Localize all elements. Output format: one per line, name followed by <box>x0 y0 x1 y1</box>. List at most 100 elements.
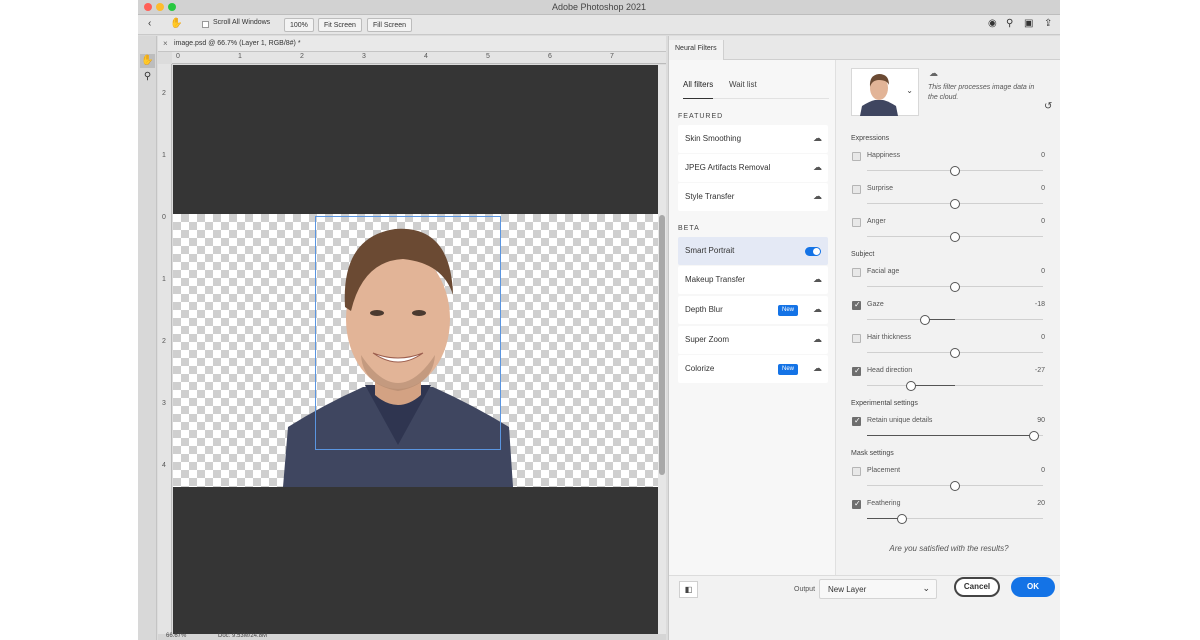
slider-knob[interactable] <box>950 481 960 491</box>
slider-knob[interactable] <box>1029 431 1040 441</box>
slider-checkbox[interactable] <box>852 185 861 194</box>
slider-knob[interactable] <box>950 166 960 176</box>
slider-checkbox[interactable] <box>852 467 861 476</box>
slider-row: Gaze -18 <box>851 299 1047 327</box>
slider-checkbox[interactable] <box>852 300 861 310</box>
slider-knob[interactable] <box>906 381 916 391</box>
zoom-tool-icon[interactable]: ⚲ <box>140 70 155 84</box>
slider-checkbox[interactable] <box>852 268 861 277</box>
filter-colorize[interactable]: Colorize New ☁ <box>678 355 828 383</box>
fill-screen-button[interactable]: Fill Screen <box>367 18 413 32</box>
slider-label: Retain unique details <box>867 417 933 424</box>
hand-tool-icon[interactable]: ✋ <box>170 18 182 29</box>
slider-track[interactable] <box>867 319 1043 320</box>
slider-row: Placement 0 <box>851 465 1047 493</box>
status-bar: 66.67% Doc: 9.53M/24.8M <box>158 633 666 640</box>
cloud-download-icon[interactable]: ☁ <box>813 162 822 173</box>
share-icon[interactable]: ⇪ <box>1044 18 1052 29</box>
slider-checkbox[interactable] <box>852 334 861 343</box>
back-chevron-icon[interactable]: ‹ <box>148 18 151 29</box>
cloud-icon: ☁ <box>929 68 938 78</box>
new-badge: New <box>777 305 798 316</box>
cloud-download-icon[interactable]: ☁ <box>813 334 822 345</box>
cancel-button[interactable]: Cancel <box>954 577 1000 597</box>
zoom-100-button[interactable]: 100% <box>284 18 314 32</box>
document-canvas[interactable] <box>173 65 658 635</box>
slider-track[interactable] <box>867 385 1043 386</box>
slider-knob[interactable] <box>920 315 931 325</box>
slider-label: Feathering <box>867 500 901 507</box>
filter-smart-portrait[interactable]: Smart Portrait <box>678 237 828 265</box>
output-label: Output <box>794 586 816 593</box>
cloud-download-icon[interactable]: ☁ <box>813 133 822 144</box>
featured-heading: FEATURED <box>678 113 724 120</box>
filter-skin-smoothing[interactable]: Skin Smoothing ☁ <box>678 125 828 153</box>
ruler-label: 5 <box>486 53 490 60</box>
slider-value: -18 <box>1034 301 1045 308</box>
slider-knob[interactable] <box>950 282 960 292</box>
beta-heading: BETA <box>678 225 700 232</box>
ruler-label: 3 <box>362 53 366 60</box>
ruler-label: 1 <box>162 276 166 283</box>
vertical-ruler: 2 1 0 1 2 3 4 <box>158 64 172 634</box>
filter-super-zoom[interactable]: Super Zoom ☁ <box>678 326 828 354</box>
chevron-down-icon[interactable]: ⌄ <box>906 86 913 95</box>
fit-screen-button[interactable]: Fit Screen <box>318 18 362 32</box>
filter-makeup-transfer[interactable]: Makeup Transfer ☁ <box>678 266 828 294</box>
reset-icon[interactable]: ↺ <box>1044 101 1052 112</box>
cloud-download-icon[interactable]: ☁ <box>813 274 822 285</box>
document-tab[interactable]: × image.psd @ 66.7% (Layer 1, RGB/8#) * <box>158 36 666 52</box>
cloud-download-icon[interactable]: ☁ <box>813 304 822 315</box>
selection-box[interactable] <box>315 216 501 450</box>
neural-filters-panel: Neural Filters All filters Wait list FEA… <box>668 36 1060 640</box>
cloud-download-icon[interactable]: ☁ <box>813 363 822 374</box>
slider-label: Gaze <box>867 301 884 308</box>
canvas-scrollbar[interactable] <box>658 65 666 635</box>
ruler-label: 1 <box>162 152 166 159</box>
slider-checkbox[interactable] <box>852 366 861 376</box>
tools-panel: ✋ ⚲ <box>138 36 157 640</box>
new-badge: New <box>777 364 798 375</box>
preview-compare-icon[interactable]: ◧ <box>679 581 698 598</box>
preview-thumbnail[interactable]: ⌄ <box>851 68 919 116</box>
smart-portrait-toggle[interactable] <box>805 247 821 256</box>
close-icon[interactable]: × <box>163 39 168 48</box>
slider-fill <box>911 385 955 386</box>
slider-checkbox[interactable] <box>852 218 861 227</box>
cloud-download-icon[interactable]: ☁ <box>813 191 822 202</box>
user-icon[interactable]: ◉ <box>988 18 997 29</box>
document-title: image.psd @ 66.7% (Layer 1, RGB/8#) * <box>174 40 301 47</box>
tab-wait-list[interactable]: Wait list <box>729 80 757 89</box>
slider-knob[interactable] <box>950 348 960 358</box>
tab-all-filters[interactable]: All filters <box>683 80 713 89</box>
slider-checkbox[interactable] <box>852 152 861 161</box>
slider-checkbox[interactable] <box>852 416 861 426</box>
slider-value: 0 <box>1041 334 1045 341</box>
filter-style-transfer[interactable]: Style Transfer ☁ <box>678 183 828 211</box>
ruler-label: 2 <box>162 90 166 97</box>
filter-jpeg-artifacts-removal[interactable]: JPEG Artifacts Removal ☁ <box>678 154 828 182</box>
hand-tool-icon[interactable]: ✋ <box>140 54 155 68</box>
output-select[interactable]: New Layer ⌄ <box>819 579 937 599</box>
filter-depth-blur[interactable]: Depth Blur New ☁ <box>678 296 828 324</box>
slider-knob[interactable] <box>950 232 960 242</box>
chevron-down-icon: ⌄ <box>922 583 930 593</box>
slider-knob[interactable] <box>950 199 960 209</box>
satisfied-prompt: Are you satisfied with the results? <box>889 544 1009 553</box>
slider-row: Hair thickness 0 <box>851 332 1047 360</box>
ruler-label: 0 <box>162 214 166 221</box>
workspace-icon[interactable]: ▣ <box>1024 18 1033 29</box>
ok-button[interactable]: OK <box>1011 577 1055 597</box>
status-zoom[interactable]: 66.67% <box>166 633 186 639</box>
scrollbar-thumb[interactable] <box>659 215 665 475</box>
ruler-label: 7 <box>610 53 614 60</box>
slider-checkbox[interactable] <box>852 499 861 509</box>
scroll-all-windows-checkbox[interactable] <box>202 21 209 28</box>
tab-neural-filters[interactable]: Neural Filters <box>669 40 724 60</box>
slider-knob[interactable] <box>897 514 908 524</box>
slider-label: Facial age <box>867 268 900 275</box>
ruler-label: 1 <box>238 53 242 60</box>
ruler-label: 6 <box>548 53 552 60</box>
search-icon[interactable]: ⚲ <box>1006 18 1013 29</box>
slider-row: Feathering 20 <box>851 498 1047 526</box>
